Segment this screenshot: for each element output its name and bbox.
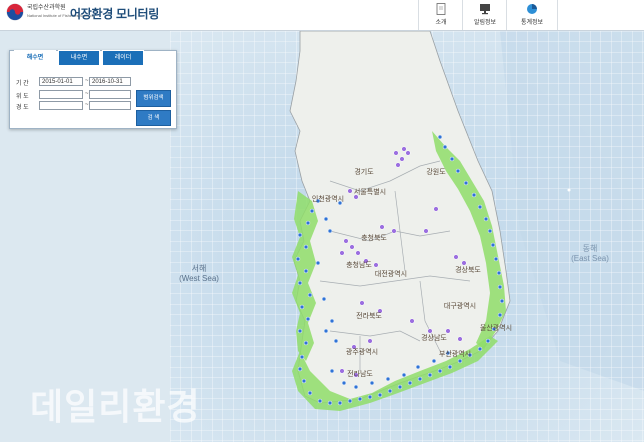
nav-stats-label: 통계정보	[520, 20, 544, 26]
label-gwangju: 광주광역시	[346, 347, 378, 356]
label-seoul: 서울특별시	[354, 187, 386, 196]
watermark: 데일리환경	[30, 386, 201, 427]
ulleungdo-island	[567, 188, 571, 192]
label-gyeongbuk: 경상북도	[455, 265, 481, 274]
label-east-sea-ko: 동해	[583, 243, 598, 253]
latitude-separator: ~	[85, 91, 89, 97]
government-logo-icon	[6, 3, 24, 21]
label-busan: 부산광역시	[439, 349, 471, 358]
nav-alert-button[interactable]: 알림정보	[462, 0, 507, 30]
label-east-sea-en: (East Sea)	[571, 254, 609, 263]
label-incheon: 인천광역시	[312, 194, 344, 203]
label-daegu: 대구광역시	[444, 301, 476, 310]
latitude-from-input[interactable]	[39, 90, 83, 99]
tab-inland[interactable]: 내수면	[58, 50, 100, 66]
range-search-button[interactable]: 범위검색	[136, 90, 171, 107]
nav-alert-label: 알림정보	[473, 20, 497, 26]
latitude-label: 위 도	[16, 94, 29, 100]
label-jeonnam: 전라남도	[347, 369, 373, 378]
longitude-to-input[interactable]	[89, 101, 131, 110]
nav-intro-label: 소개	[435, 20, 447, 26]
period-label: 기 간	[16, 81, 29, 87]
nav-intro-button[interactable]: 소개	[418, 0, 463, 30]
document-icon	[436, 3, 446, 15]
top-header: 국립수산과학원 National Institute of Fisheries …	[0, 0, 644, 31]
period-separator: ~	[85, 78, 89, 84]
nav-stats-button[interactable]: 통계정보	[506, 0, 558, 30]
longitude-label: 경 도	[16, 105, 29, 111]
label-jeonbuk: 전라북도	[356, 311, 382, 320]
search-button[interactable]: 검 색	[136, 110, 171, 126]
monitor-icon	[480, 4, 490, 15]
search-panel: 해수면 내수면 레이더 기 간 2015-01-01 ~ 2016-10-31 …	[9, 50, 177, 129]
pie-chart-icon	[527, 4, 537, 14]
label-gyeongnam: 경상남도	[421, 333, 447, 342]
label-daejeon: 대전광역시	[375, 269, 407, 278]
label-west-sea-ko: 서해	[192, 263, 207, 273]
label-west-sea-en: (West Sea)	[179, 274, 219, 283]
start-date-input[interactable]: 2015-01-01	[39, 77, 83, 86]
tab-radar[interactable]: 레이더	[102, 50, 144, 66]
tab-marine[interactable]: 해수면	[14, 50, 56, 66]
end-date-input[interactable]: 2016-10-31	[89, 77, 131, 86]
page-title: 어장환경 모니터링	[70, 7, 159, 21]
label-chungbuk: 충청북도	[361, 233, 387, 242]
label-gyeonggi: 경기도	[354, 167, 374, 176]
label-chungnam: 충청남도	[346, 260, 372, 269]
latitude-to-input[interactable]	[89, 90, 131, 99]
label-ulsan: 울산광역시	[480, 323, 512, 332]
longitude-separator: ~	[85, 102, 89, 108]
longitude-from-input[interactable]	[39, 101, 83, 110]
label-gangwon: 강원도	[426, 167, 446, 176]
